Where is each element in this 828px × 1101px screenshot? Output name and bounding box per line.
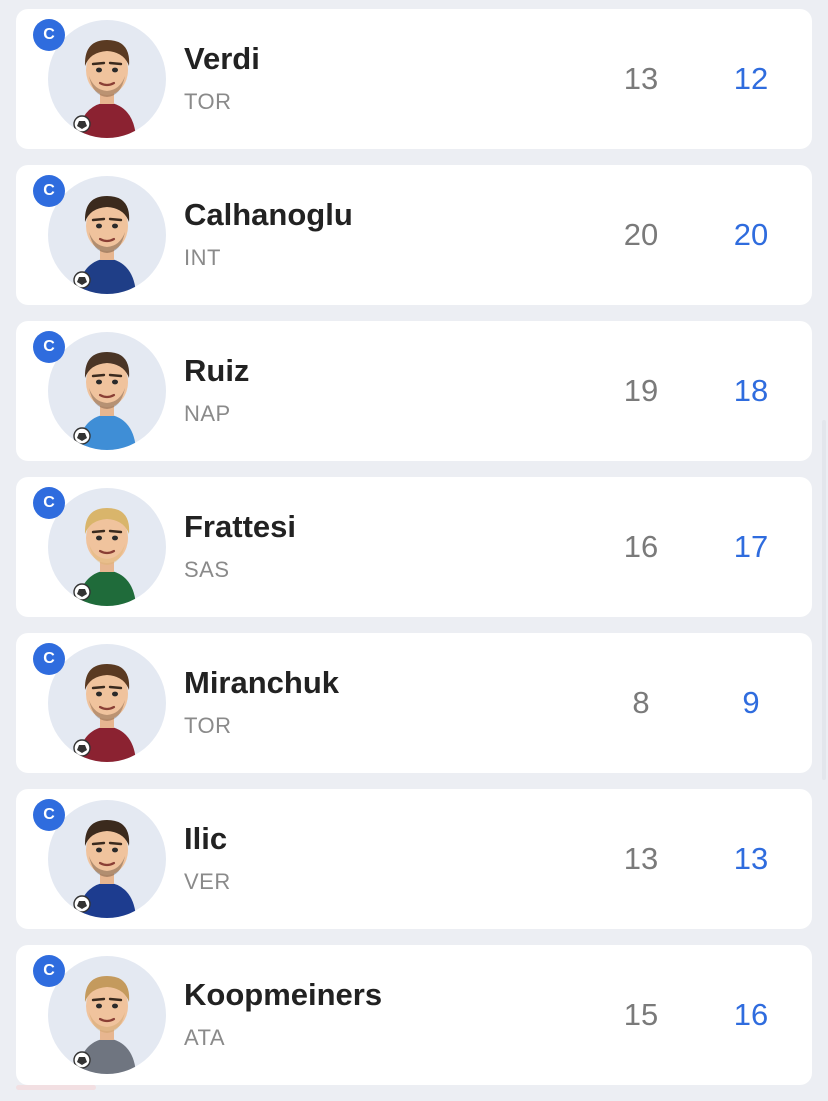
player-caricature-icon [73, 196, 136, 294]
stat-value-secondary: 20 [623, 217, 659, 252]
scroll-indicator[interactable] [822, 420, 826, 780]
player-card[interactable]: C [16, 633, 812, 773]
captain-badge: C [33, 19, 65, 51]
stat-value-primary: 9 [742, 685, 760, 720]
player-name: Ilic [184, 821, 228, 856]
stat-value-primary: 12 [733, 61, 769, 96]
player-card[interactable]: C [16, 945, 812, 1085]
player-caricature-icon [73, 820, 136, 918]
player-avatar [48, 176, 166, 294]
team-abbreviation: NAP [184, 401, 231, 426]
player-avatar [48, 800, 166, 918]
player-caricature-icon [73, 40, 136, 138]
player-avatar [48, 644, 166, 762]
stat-value-secondary: 16 [623, 529, 659, 564]
player-caricature-icon [73, 664, 136, 762]
player-name: Miranchuk [184, 665, 340, 700]
team-abbreviation: ATA [184, 1025, 226, 1050]
stat-value-primary: 16 [733, 997, 769, 1032]
team-abbreviation: SAS [184, 557, 230, 582]
player-avatar [48, 956, 166, 1074]
player-card[interactable]: C [16, 789, 812, 929]
player-avatar [48, 488, 166, 606]
player-caricature-icon [73, 508, 136, 606]
stat-value-primary: 13 [733, 841, 769, 876]
captain-badge: C [33, 487, 65, 519]
next-card-edge [16, 1085, 96, 1090]
player-caricature-icon [73, 976, 136, 1074]
player-name: Frattesi [184, 509, 296, 544]
player-list: C Verdi TOR 13 12 C Calhanoglu INT 20 20… [16, 9, 812, 1101]
captain-badge: C [33, 955, 65, 987]
player-caricature-icon [73, 352, 136, 450]
player-card[interactable]: C [16, 165, 812, 305]
player-name: Ruiz [184, 353, 250, 388]
player-card[interactable]: C [16, 321, 812, 461]
captain-badge: C [33, 175, 65, 207]
stat-value-secondary: 13 [623, 841, 659, 876]
player-card[interactable]: C [16, 477, 812, 617]
stat-value-secondary: 19 [623, 373, 659, 408]
player-name: Verdi [184, 41, 260, 76]
captain-badge: C [33, 799, 65, 831]
stat-value-primary: 20 [733, 217, 769, 252]
player-name: Koopmeiners [184, 977, 383, 1012]
stat-value-secondary: 13 [623, 61, 659, 96]
player-avatar [48, 20, 166, 138]
player-name: Calhanoglu [184, 197, 353, 232]
stat-value-primary: 17 [733, 529, 769, 564]
captain-badge: C [33, 331, 65, 363]
player-avatar [48, 332, 166, 450]
stat-value-secondary: 8 [632, 685, 650, 720]
stat-value-secondary: 15 [623, 997, 659, 1032]
player-card[interactable]: C [16, 9, 812, 149]
team-abbreviation: TOR [184, 89, 232, 114]
team-abbreviation: VER [184, 869, 231, 894]
team-abbreviation: INT [184, 245, 221, 270]
captain-badge: C [33, 643, 65, 675]
stat-value-primary: 18 [733, 373, 769, 408]
team-abbreviation: TOR [184, 713, 232, 738]
